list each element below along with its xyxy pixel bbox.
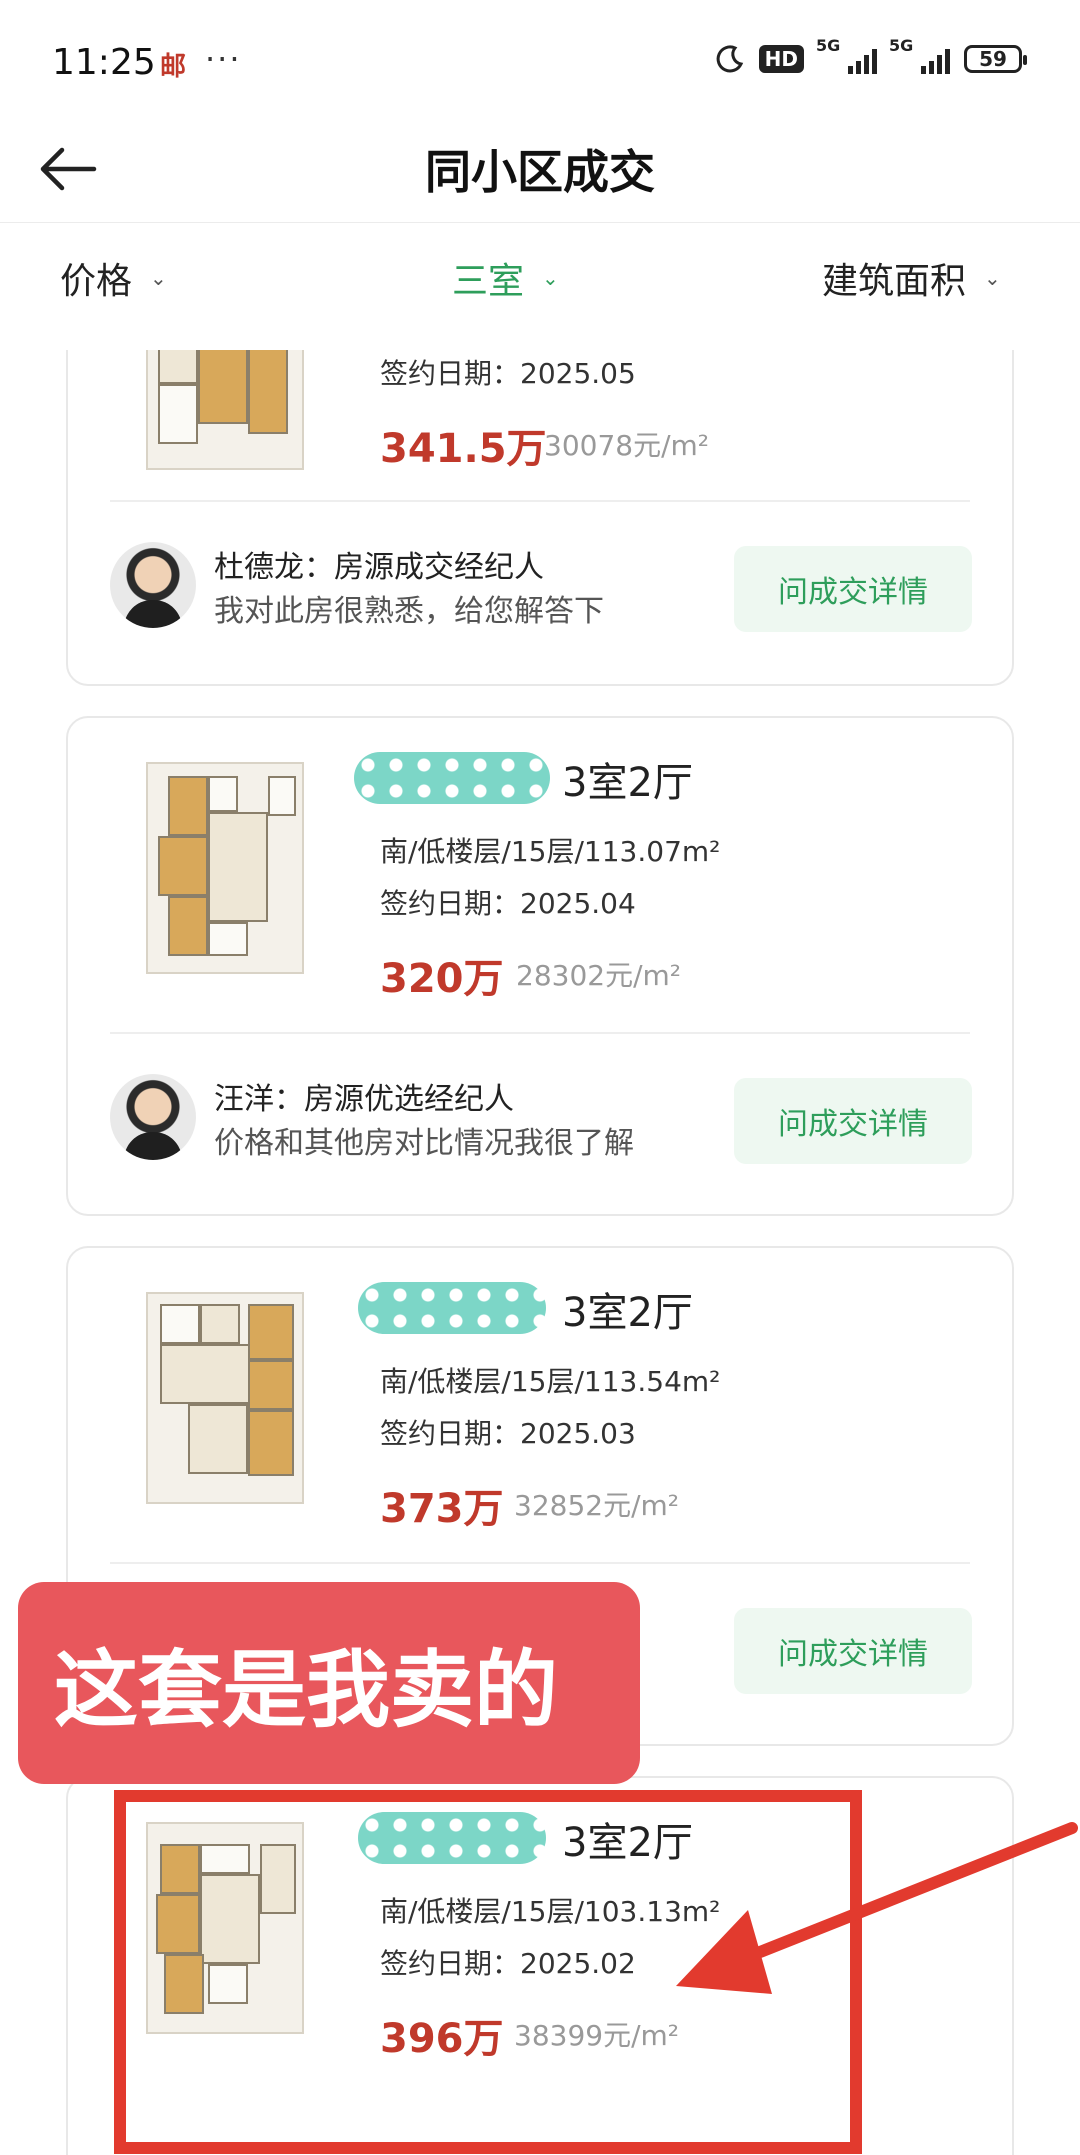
divider xyxy=(110,1032,970,1034)
house-layout: 3室2厅 xyxy=(562,1290,693,1336)
hd-voice-icon: HD xyxy=(758,45,804,73)
filter-bar: 价格 ⌄ 三室 ⌄ 建筑面积 ⌄ xyxy=(0,224,1080,350)
redacted-community-name xyxy=(358,1282,546,1334)
floor-plan-image xyxy=(146,350,304,470)
deal-price: 320万 xyxy=(380,956,504,1002)
filter-area-label: 建筑面积 xyxy=(822,261,967,302)
annotation-label: 这套是我卖的 xyxy=(18,1582,640,1784)
filter-price-label: 价格 xyxy=(60,261,133,302)
deal-date: 签约日期：2025.05 xyxy=(380,357,636,390)
chevron-down-icon: ⌄ xyxy=(984,266,1001,290)
mail-notification-icon: 邮 xyxy=(160,52,187,82)
status-time: 11:25 xyxy=(52,42,156,83)
divider xyxy=(110,500,970,502)
agent-avatar[interactable] xyxy=(110,1074,196,1160)
filter-price[interactable]: 价格 ⌄ xyxy=(60,252,167,304)
page-title: 同小区成交 xyxy=(425,145,655,199)
house-details: 南/低楼层/15层/113.07m² xyxy=(380,835,721,868)
deal-card[interactable]: 3室2厅 南/低楼层/15层/113.07m² 签约日期：2025.04 320… xyxy=(66,716,1014,1216)
agent-description: 价格和其他房对比情况我很了解 xyxy=(214,1126,634,1161)
chevron-down-icon: ⌄ xyxy=(150,266,167,290)
divider xyxy=(110,1562,970,1564)
deal-date: 签约日期：2025.03 xyxy=(380,1417,636,1450)
ask-deal-details-button[interactable]: 问成交详情 xyxy=(734,1078,972,1164)
deal-unit-price: 28302元/m² xyxy=(516,959,682,992)
signal-icon-1: 5G xyxy=(816,36,877,74)
redacted-community-name xyxy=(354,752,550,804)
status-bar: 11:25 邮 ··· HD 5G 5G 59 xyxy=(0,0,1080,120)
filter-area[interactable]: 建筑面积 ⌄ xyxy=(822,252,1001,304)
deal-price: 373万 xyxy=(380,1486,504,1532)
deal-date: 签约日期：2025.04 xyxy=(380,887,636,920)
signal-icon-2: 5G xyxy=(889,36,950,74)
agent-avatar[interactable] xyxy=(110,542,196,628)
ask-deal-details-button[interactable]: 问成交详情 xyxy=(734,1608,972,1694)
chevron-down-icon: ⌄ xyxy=(542,266,559,290)
agent-name: 杜德龙：房源成交经纪人 xyxy=(214,550,544,585)
nav-header: 同小区成交 xyxy=(0,120,1080,223)
agent-description: 我对此房很熟悉，给您解答下 xyxy=(214,594,604,629)
floor-plan-image xyxy=(146,762,304,974)
deal-unit-price: 32852元/m² xyxy=(514,1489,680,1522)
house-layout: 3室2厅 xyxy=(562,760,693,806)
status-icons: HD 5G 5G 59 xyxy=(715,36,1027,74)
deal-card[interactable]: 签约日期：2025.05 341.5万 30078元/m² 杜德龙：房源成交经纪… xyxy=(66,350,1014,686)
battery-icon: 59 xyxy=(964,45,1027,73)
more-notifications-icon: ··· xyxy=(205,40,242,78)
do-not-disturb-icon xyxy=(716,45,743,73)
annotation-highlight-box xyxy=(114,1790,862,2154)
deal-price: 341.5万 xyxy=(380,426,547,472)
agent-name: 汪洋：房源优选经纪人 xyxy=(214,1082,514,1117)
floor-plan-image xyxy=(146,1292,304,1504)
ask-deal-details-button[interactable]: 问成交详情 xyxy=(734,546,972,632)
deal-unit-price: 30078元/m² xyxy=(544,429,710,462)
house-details: 南/低楼层/15层/113.54m² xyxy=(380,1365,721,1398)
filter-rooms-label: 三室 xyxy=(452,261,525,302)
filter-rooms[interactable]: 三室 ⌄ xyxy=(452,252,559,304)
